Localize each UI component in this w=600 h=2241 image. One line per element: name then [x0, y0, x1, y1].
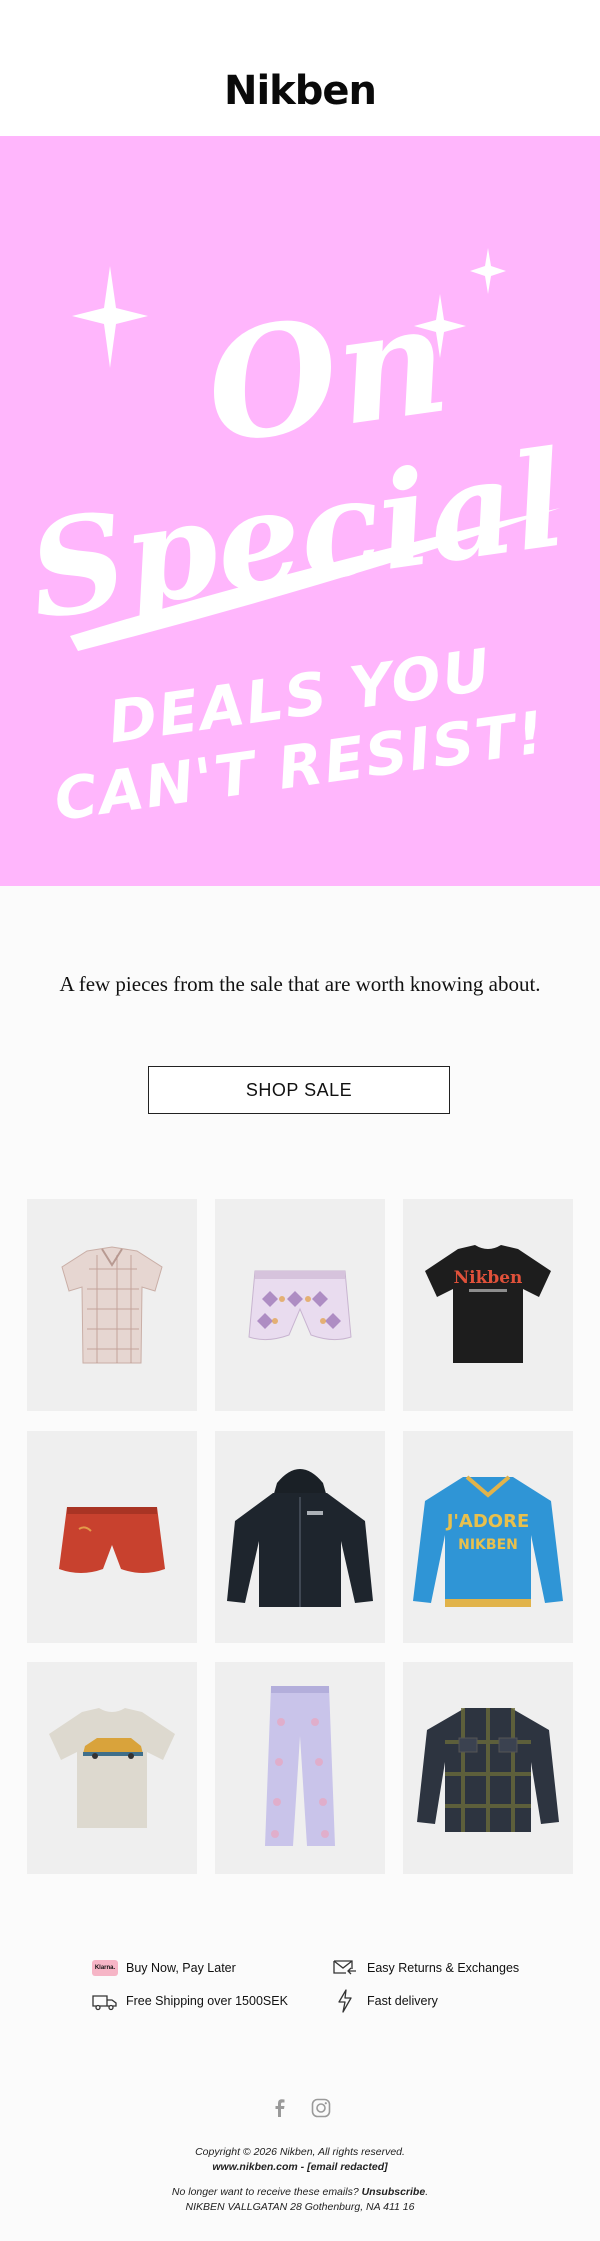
varsity-jacket-image: J'ADORE NIKBEN: [413, 1475, 563, 1607]
email-header: Nikben: [0, 0, 600, 136]
diamond-shorts-image: [248, 1270, 352, 1341]
klarna-badge: Klarna.: [92, 1960, 118, 1976]
product-card-black-hoodie[interactable]: [215, 1431, 385, 1643]
intro-text: A few pieces from the sale that are wort…: [59, 972, 541, 996]
sparkle-icon: [72, 266, 148, 368]
product-card-lilac-trousers[interactable]: [215, 1662, 385, 1874]
copyright-text: Copyright © 2026 Nikben, All rights rese…: [195, 2146, 405, 2158]
check-overshirt-image: [417, 1708, 559, 1832]
black-tshirt-image: Nikben: [425, 1245, 551, 1363]
sparkle-icon: [470, 248, 506, 294]
product-card-check-overshirt[interactable]: [403, 1662, 573, 1874]
unsubscribe-prefix: No longer want to receive these emails?: [171, 2186, 362, 2198]
lilac-trousers-image: [265, 1686, 335, 1846]
tshirt-print-text: Nikben: [454, 1268, 523, 1288]
benefit-bnpl: Buy Now, Pay Later: [126, 1961, 236, 1975]
instagram-icon[interactable]: [311, 2098, 331, 2118]
unsubscribe-suffix: .: [425, 2186, 429, 2198]
klarna-badge-text: Klarna.: [94, 1965, 116, 1971]
car-tshirt-image: [49, 1708, 175, 1828]
product-card-black-tshirt[interactable]: Nikben: [403, 1199, 573, 1411]
jacket-print-line2: NIKBEN: [458, 1537, 518, 1553]
unsubscribe-link[interactable]: Unsubscribe: [362, 2186, 426, 2198]
product-card-varsity-jacket[interactable]: J'ADORE NIKBEN: [403, 1431, 573, 1643]
hero-banner[interactable]: On Special DEALS YOU CAN'T RESIST!: [0, 136, 600, 886]
facebook-icon[interactable]: [271, 2098, 289, 2118]
benefit-delivery: Fast delivery: [367, 1994, 438, 2008]
unsubscribe-line: No longer want to receive these emails? …: [0, 2186, 600, 2198]
postal-address: NIKBEN VALLGATAN 28 Gothenburg, NA 411 1…: [185, 2201, 415, 2213]
product-card-car-tshirt[interactable]: [27, 1662, 197, 1874]
shop-sale-button[interactable]: SHOP SALE: [148, 1066, 450, 1114]
truck-icon: [92, 1995, 117, 2011]
hero-artwork: On Special DEALS YOU CAN'T RESIST!: [20, 248, 574, 834]
brand-logo[interactable]: Nikben: [0, 68, 600, 114]
website-link[interactable]: www.nikben.com - [email redacted]: [0, 2161, 600, 2173]
jacket-print-line1: J'ADORE: [445, 1511, 530, 1532]
lightning-icon: [338, 1989, 352, 2013]
patterned-shirt-image: [61, 1246, 163, 1364]
red-shorts-image: [59, 1507, 165, 1573]
product-card-diamond-shorts[interactable]: [215, 1199, 385, 1411]
product-card-patterned-shirt[interactable]: [27, 1199, 197, 1411]
benefit-shipping: Free Shipping over 1500SEK: [126, 1994, 288, 2008]
returns-icon: [333, 1960, 356, 1975]
benefit-returns: Easy Returns & Exchanges: [367, 1961, 520, 1975]
black-hoodie-image: [227, 1469, 373, 1607]
product-card-red-shorts[interactable]: [27, 1431, 197, 1643]
